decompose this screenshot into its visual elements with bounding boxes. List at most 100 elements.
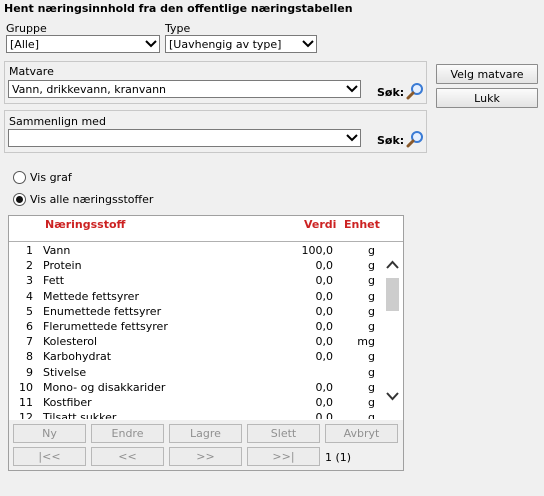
search-icon[interactable]: [406, 130, 424, 151]
ny-button[interactable]: Ny: [13, 424, 86, 443]
row-unit: g: [368, 259, 375, 273]
scroll-thumb[interactable]: [386, 278, 399, 311]
row-value: 0,0: [315, 289, 334, 303]
row-unit: g: [368, 411, 375, 419]
gruppe-select-value: [Alle]: [10, 37, 39, 51]
avbryt-button[interactable]: Avbryt: [325, 424, 398, 443]
row-unit: g: [368, 244, 375, 257]
radio-label: Vis graf: [30, 171, 72, 184]
matvare-search[interactable]: Søk:: [377, 82, 424, 103]
row-value: 100,0: [301, 244, 334, 257]
dialog-title: Hent næringsinnhold fra den offentlige n…: [4, 2, 353, 15]
search-icon[interactable]: [406, 82, 424, 103]
table-row[interactable]: 7 Kolesterol 0,0 mg: [9, 334, 401, 349]
row-value: 0,0: [315, 380, 334, 394]
row-number: 1: [26, 244, 33, 257]
row-unit: g: [368, 395, 375, 409]
table-row[interactable]: 2 Protein 0,0 g: [9, 258, 401, 273]
scroll-up-icon[interactable]: [386, 259, 399, 272]
next-record-button[interactable]: >>: [169, 447, 242, 466]
row-value: 0,0: [315, 411, 334, 419]
row-name: Protein: [43, 259, 82, 273]
row-unit: g: [368, 304, 375, 318]
row-value: 0,0: [315, 274, 334, 288]
chevron-down-icon: [300, 36, 316, 52]
radio-button[interactable]: [13, 171, 26, 184]
row-value: 0,0: [315, 335, 334, 349]
nutrient-table: Næringsstoff Verdi Enhet 1 Vann 100,0 g 2 Pro…: [8, 215, 404, 471]
matvare-label: Matvare: [9, 65, 54, 78]
row-name: Vann: [43, 244, 71, 257]
row-name: Kolesterol: [43, 335, 98, 349]
sammenlign-search[interactable]: Søk:: [377, 130, 424, 151]
type-select-value: [Uavhengig av type]: [169, 37, 282, 51]
table-row[interactable]: 1 Vann 100,0 g: [9, 243, 401, 258]
row-name: Karbohydrat: [43, 350, 112, 364]
previous-record-button[interactable]: <<: [91, 447, 164, 466]
slett-button[interactable]: Slett: [247, 424, 320, 443]
matvare-select-value: Vann, drikkevann, kranvann: [12, 82, 167, 96]
row-number: 3: [26, 274, 33, 288]
row-number: 8: [26, 350, 33, 364]
radio-label: Vis alle næringsstoffer: [30, 193, 154, 206]
last-record-button[interactable]: >>|: [247, 447, 320, 466]
type-select[interactable]: [Uavhengig av type]: [165, 35, 317, 53]
matvare-select[interactable]: Vann, drikkevann, kranvann: [8, 80, 361, 98]
row-name: Mono- og disakkarider: [43, 380, 166, 394]
column-header-value[interactable]: Verdi: [304, 218, 336, 231]
column-header-name[interactable]: Næringsstoff: [45, 218, 125, 231]
row-name: Flerumettede fettsyrer: [43, 319, 168, 333]
table-header: Næringsstoff Verdi Enhet: [9, 216, 403, 242]
radio-button[interactable]: [13, 193, 26, 206]
radio-vis-alle[interactable]: Vis alle næringsstoffer: [13, 193, 153, 206]
sammenlign-group: Sammenlign med Søk:: [4, 110, 427, 153]
chevron-down-icon: [344, 81, 360, 97]
row-name: Fett: [43, 274, 65, 288]
table-row[interactable]: 12 Tilsatt sukker 0,0 g: [9, 410, 401, 419]
row-number: 6: [26, 319, 33, 333]
row-number: 7: [26, 335, 33, 349]
chevron-down-icon: [344, 130, 360, 146]
sammenlign-label: Sammenlign med: [9, 115, 106, 128]
chevron-down-icon: [143, 36, 159, 52]
row-unit: g: [368, 289, 375, 303]
row-number: 4: [26, 289, 33, 303]
column-header-unit[interactable]: Enhet: [344, 218, 380, 231]
row-value: 0,0: [315, 319, 334, 333]
vertical-scrollbar[interactable]: [384, 243, 401, 419]
lagre-button[interactable]: Lagre: [169, 424, 242, 443]
table-row[interactable]: 3 Fett 0,0 g: [9, 273, 401, 288]
table-row[interactable]: 6 Flerumettede fettsyrer 0,0 g: [9, 319, 401, 334]
row-number: 2: [26, 259, 33, 273]
table-row[interactable]: 4 Mettede fettsyrer 0,0 g: [9, 289, 401, 304]
velg-matvare-button[interactable]: Velg matvare: [436, 64, 538, 84]
table-row[interactable]: 11 Kostfiber 0,0 g: [9, 395, 401, 410]
table-row[interactable]: 5 Enumettede fettsyrer 0,0 g: [9, 304, 401, 319]
row-number: 12: [19, 411, 33, 419]
lukk-button[interactable]: Lukk: [436, 88, 538, 108]
matvare-group: Matvare Vann, drikkevann, kranvann Søk:: [4, 61, 427, 104]
row-value: 0,0: [315, 350, 334, 364]
radio-vis-graf[interactable]: Vis graf: [13, 171, 72, 184]
row-number: 9: [26, 365, 33, 379]
page-indicator: 1 (1): [325, 451, 352, 464]
row-value: 0,0: [315, 304, 334, 318]
row-name: Tilsatt sukker: [43, 411, 117, 419]
table-row[interactable]: 9 Stivelse g: [9, 365, 401, 380]
table-row[interactable]: 10 Mono- og disakkarider 0,0 g: [9, 380, 401, 395]
row-unit: g: [368, 274, 375, 288]
row-number: 10: [19, 380, 33, 394]
row-name: Mettede fettsyrer: [43, 289, 139, 303]
search-label: Søk:: [377, 86, 405, 99]
row-name: Enumettede fettsyrer: [43, 304, 162, 318]
gruppe-select[interactable]: [Alle]: [6, 35, 160, 53]
endre-button[interactable]: Endre: [91, 424, 164, 443]
row-name: Kostfiber: [43, 395, 92, 409]
row-unit: mg: [357, 335, 375, 349]
scroll-down-icon[interactable]: [386, 391, 399, 404]
sammenlign-select[interactable]: [8, 129, 361, 147]
first-record-button[interactable]: |<<: [13, 447, 86, 466]
row-number: 11: [19, 395, 33, 409]
table-row[interactable]: 8 Karbohydrat 0,0 g: [9, 349, 401, 364]
row-unit: g: [368, 365, 375, 379]
